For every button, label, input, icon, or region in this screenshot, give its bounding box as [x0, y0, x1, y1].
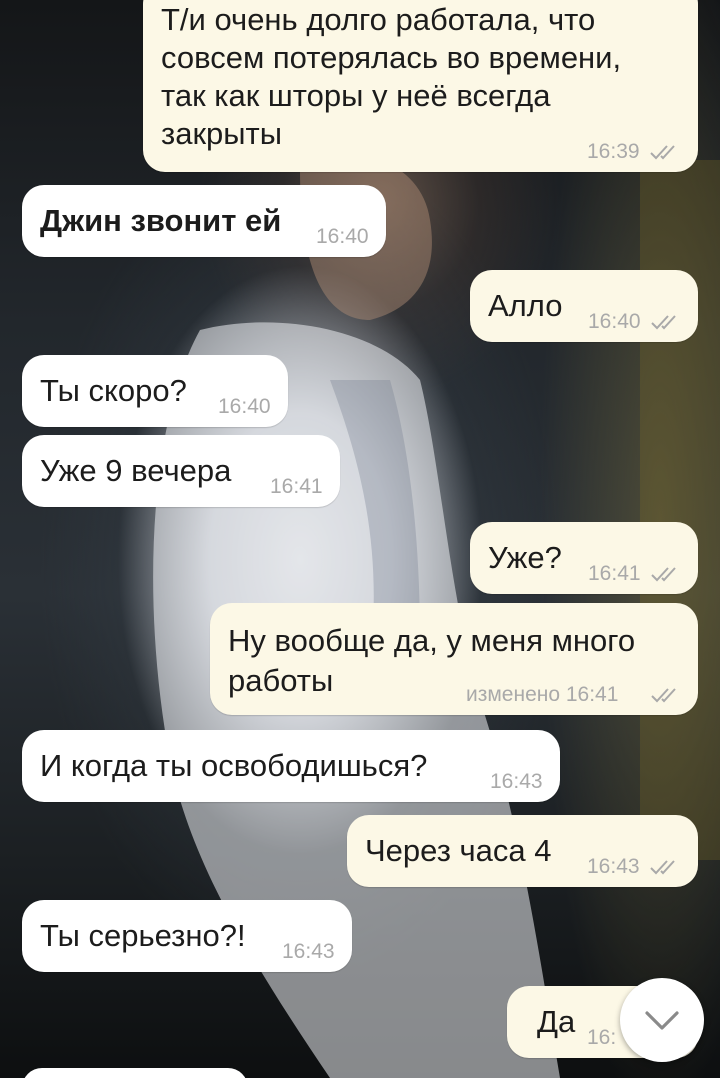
message-text: Алло — [488, 288, 563, 323]
message-text: Ну вообще да, у меня много — [228, 623, 636, 658]
message-text: Уже 9 вечера — [40, 453, 232, 488]
double-check-icon — [651, 315, 676, 330]
message-text: совсем потерялась во времени, — [161, 40, 622, 75]
message-time: 16:43 — [282, 940, 335, 963]
message-time: 16:40 — [588, 310, 641, 333]
message-bubble-incoming-partial — [22, 1068, 248, 1078]
message-text: Уже? — [488, 540, 562, 575]
message-bubble-outgoing[interactable]: Через часа 4 16:43 — [347, 815, 698, 887]
message-text: И когда ты освободишься? — [40, 748, 428, 783]
double-check-icon — [650, 860, 675, 875]
double-check-icon — [651, 688, 676, 703]
message-text: Ты скоро? — [40, 373, 187, 408]
message-bubble-incoming[interactable]: Уже 9 вечера 16:41 — [22, 435, 340, 507]
chevron-down-icon — [645, 1011, 679, 1030]
message-bubble-outgoing[interactable]: Уже? 16:41 — [470, 522, 698, 594]
message-time: 16: — [587, 1026, 617, 1049]
message-bubble-incoming[interactable]: Джин звонит ей 16:40 — [22, 185, 386, 257]
message-time: 16:39 — [587, 140, 640, 163]
message-text: Через часа 4 — [365, 833, 552, 868]
message-text: Да — [537, 1004, 576, 1039]
message-time: 16:43 — [490, 770, 543, 793]
message-time: 16:40 — [316, 225, 369, 248]
scroll-to-bottom-button[interactable] — [620, 978, 704, 1062]
message-text: так как шторы у неё всегда — [161, 78, 551, 113]
message-time: 16:40 — [218, 395, 271, 418]
double-check-icon — [651, 567, 676, 582]
double-check-icon — [650, 145, 675, 160]
message-bubble-outgoing[interactable]: Т/и очень долго работала, что совсем пот… — [143, 0, 698, 172]
message-bubble-incoming[interactable]: Ты серьезно?! 16:43 — [22, 900, 352, 972]
message-time: 16:43 — [587, 855, 640, 878]
message-bubble-outgoing[interactable]: Ну вообще да, у меня много работы измене… — [210, 603, 698, 715]
message-text: работы — [228, 663, 334, 698]
message-text: закрыты — [161, 116, 283, 151]
message-bubble-outgoing[interactable]: Алло 16:40 — [470, 270, 698, 342]
message-bubble-incoming[interactable]: И когда ты освободишься? 16:43 — [22, 730, 560, 802]
message-text: Джин звонит ей — [40, 203, 282, 238]
message-text: Ты серьезно?! — [40, 918, 246, 953]
message-time-edited: изменено 16:41 — [466, 683, 619, 706]
message-time: 16:41 — [588, 562, 641, 585]
message-bubble-incoming[interactable]: Ты скоро? 16:40 — [22, 355, 288, 427]
message-text: Т/и очень долго работала, что — [161, 2, 596, 37]
message-time: 16:41 — [270, 475, 323, 498]
